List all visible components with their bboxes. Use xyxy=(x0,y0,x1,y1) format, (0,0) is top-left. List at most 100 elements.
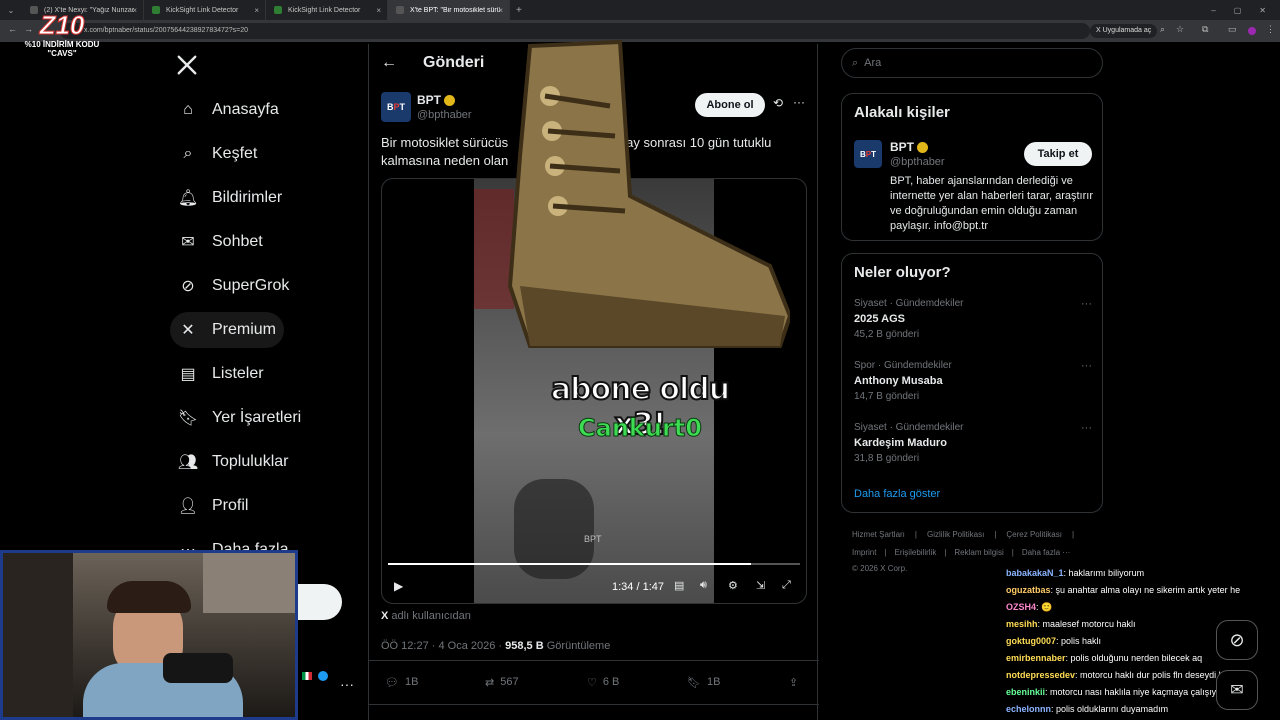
nav-item-supergrok[interactable]: ⊘ SuperGrok xyxy=(170,268,297,304)
footer-link-cookies[interactable]: Çerez Politikası xyxy=(1006,530,1062,539)
trend-more-icon[interactable]: ··· xyxy=(1081,422,1092,434)
footer-link-accessibility[interactable]: Erişilebilirlik xyxy=(895,548,937,557)
menu-dots-icon[interactable]: ⋮ xyxy=(1266,24,1275,35)
nav-item-yer-i-aretleri[interactable]: 🔖︎ Yer İşaretleri xyxy=(170,400,309,436)
trend-more-icon[interactable]: ··· xyxy=(1081,298,1092,310)
chat-username[interactable]: ebeninkii xyxy=(1006,687,1045,697)
back-arrow-icon[interactable]: ← xyxy=(381,54,397,72)
trend-item[interactable]: Siyaset · Gündemdekiler Kardeşim Maduro 31… xyxy=(854,422,1092,464)
more-options-icon[interactable]: ··· xyxy=(793,95,805,109)
video-progress-track[interactable] xyxy=(388,563,800,565)
trend-count: 45,2 B gönderi xyxy=(854,329,920,340)
bookmark-button[interactable]: 🔖︎ 1B xyxy=(687,676,720,689)
nav-item-label: SuperGrok xyxy=(212,277,290,294)
nav-item-premium[interactable]: ✕ Premium xyxy=(170,312,285,348)
nav-item-sohbet[interactable]: ✉ Sohbet xyxy=(170,224,271,260)
chat-message: notdepressedev: motorcu haklı dur polis … xyxy=(1006,670,1234,680)
tab-search-icon[interactable]: ⌄ xyxy=(0,0,22,20)
related-avatar[interactable]: BPT xyxy=(854,140,882,168)
footer-link-imprint[interactable]: Imprint xyxy=(852,548,876,557)
settings-gear-icon[interactable]: ⚙︎ xyxy=(728,579,738,592)
volume-icon[interactable]: 🔊︎ xyxy=(700,579,707,592)
search-input[interactable]: Ara xyxy=(864,57,881,69)
chat-username[interactable]: emirbennaber xyxy=(1006,653,1066,663)
x-logo-icon[interactable] xyxy=(176,54,198,76)
nav-item-anasayfa[interactable]: ⌂ Anasayfa xyxy=(170,92,287,128)
browser-tab-4[interactable]: X'te BPT: "Bir motosiklet sürücü"× xyxy=(388,0,510,20)
author-name[interactable]: BPT xyxy=(417,93,455,107)
messages-fab-icon[interactable]: ✉ xyxy=(1216,670,1258,710)
zoom-icon[interactable]: ⌕ xyxy=(1160,24,1165,35)
close-tab-icon[interactable]: × xyxy=(254,6,259,15)
popout-icon[interactable]: ⇲ xyxy=(756,579,765,592)
play-icon[interactable]: ▶ xyxy=(394,579,403,593)
related-bio: BPT, haber ajanslarından derlediği ve in… xyxy=(890,175,1093,232)
trends-panel: Neler oluyor? Siyaset · Gündemdekiler 202… xyxy=(841,253,1103,513)
repost-button[interactable]: ⇄ 567 xyxy=(485,676,519,689)
chat-username[interactable]: echelonnn xyxy=(1006,704,1051,714)
nav-item-label: Keşfet xyxy=(212,145,258,162)
author-handle[interactable]: @bpthaber xyxy=(417,109,472,121)
trend-item[interactable]: Siyaset · Gündemdekiler 2025 AGS 45,2 B gö… xyxy=(854,298,1092,340)
close-window-icon[interactable]: ✕ xyxy=(1259,6,1266,15)
related-name[interactable]: BPT xyxy=(890,140,928,154)
star-icon[interactable]: ☆ xyxy=(1176,24,1184,35)
nav-item-topluluklar[interactable]: 👥︎ Topluluklar xyxy=(170,444,296,480)
nav-item-profil[interactable]: 👤︎ Profil xyxy=(170,488,256,524)
chat-text: : motorcu haklı dur polis fln deseydi ba… xyxy=(1075,670,1234,680)
chat-message: echelonnn: polis olduklarını duyamadım xyxy=(1006,704,1168,714)
footer-link-privacy[interactable]: Gizlilik Politikası xyxy=(927,530,984,539)
chat-username[interactable]: babakakaN_1 xyxy=(1006,568,1064,578)
footer-links-row2: Imprint | Erişilebilirlik | Reklam bilgisi… xyxy=(852,548,1071,557)
footer-link-more[interactable]: Daha fazla ··· xyxy=(1022,548,1070,557)
nav-item-bildirimler[interactable]: 🔔︎ Bildirimler xyxy=(170,180,290,216)
open-in-app-button[interactable]: X Uygulamada aç xyxy=(1090,24,1158,38)
related-handle[interactable]: @bpthaber xyxy=(890,156,945,168)
follow-button[interactable]: Takip et xyxy=(1024,142,1092,166)
close-tab-icon[interactable]: × xyxy=(132,6,137,15)
profile-avatar-icon[interactable] xyxy=(1248,27,1256,35)
show-more-link[interactable]: Daha fazla göster xyxy=(854,488,940,500)
share-icon[interactable]: ⇪ xyxy=(789,676,798,689)
account-more-icon[interactable]: ··· xyxy=(340,676,354,692)
chat-text: : haklarımı biliyorum xyxy=(1063,568,1145,578)
nav-item-label: Topluluklar xyxy=(212,453,289,470)
chat-username[interactable]: notdepressedev xyxy=(1006,670,1075,680)
nav-item-listeler[interactable]: ▤ Listeler xyxy=(170,356,272,392)
copyright: © 2026 X Corp. xyxy=(852,564,908,573)
repost-icon: ⇄ xyxy=(485,677,495,689)
author-avatar[interactable]: BPT xyxy=(381,92,411,122)
extensions-icon[interactable]: ⧉ xyxy=(1202,24,1208,35)
list-icon: ▤ xyxy=(180,366,196,383)
browser-tab-2[interactable]: KickSight Link Detector × xyxy=(144,0,266,20)
close-tab-icon[interactable]: × xyxy=(376,6,381,15)
close-tab-icon[interactable]: × xyxy=(498,6,503,15)
cast-icon[interactable]: ▭ xyxy=(1228,24,1237,35)
footer-link-terms[interactable]: Hizmet Şartları xyxy=(852,530,905,539)
chat-text: : polis haklı xyxy=(1056,636,1102,646)
grok-fab-icon[interactable]: ⊘ xyxy=(1216,620,1258,660)
chat-text: : motorcu nası haklıla niye kaçmaya çalı… xyxy=(1045,687,1222,697)
maximize-icon[interactable]: ▢ xyxy=(1234,6,1242,15)
nav-item-ke-fet[interactable]: ⌕ Keşfet xyxy=(170,136,265,172)
like-button[interactable]: ♡ 6 B xyxy=(587,676,619,689)
reply-button[interactable]: 💬︎ 1B xyxy=(385,676,418,689)
captions-icon[interactable]: ▤ xyxy=(674,579,684,592)
chat-username[interactable]: goktug0007 xyxy=(1006,636,1056,646)
new-tab-icon[interactable]: + xyxy=(510,5,522,16)
fullscreen-icon[interactable]: ⤢ xyxy=(782,579,791,592)
back-icon[interactable]: ← xyxy=(8,24,17,34)
nav-item-label: Sohbet xyxy=(212,233,263,250)
chat-username[interactable]: mesihh xyxy=(1006,619,1038,629)
browser-tab-3[interactable]: KickSight Link Detector × xyxy=(266,0,388,20)
minimize-icon[interactable]: – xyxy=(1211,6,1215,15)
chat-message: mesihh: maalesef motorcu haklı xyxy=(1006,619,1136,629)
search-box[interactable]: ⌕ Ara xyxy=(841,48,1103,78)
mail-icon: ✉ xyxy=(181,234,195,251)
chat-username[interactable]: oguzatbas xyxy=(1006,585,1051,595)
footer-link-ads[interactable]: Reklam bilgisi xyxy=(954,548,1003,557)
trend-more-icon[interactable]: ··· xyxy=(1081,360,1092,372)
trend-item[interactable]: Spor · Gündemdekiler Anthony Musaba 14,7 B… xyxy=(854,360,1092,402)
chat-username[interactable]: OZSH4 xyxy=(1006,602,1036,612)
related-title: Alakalı kişiler xyxy=(854,104,950,121)
